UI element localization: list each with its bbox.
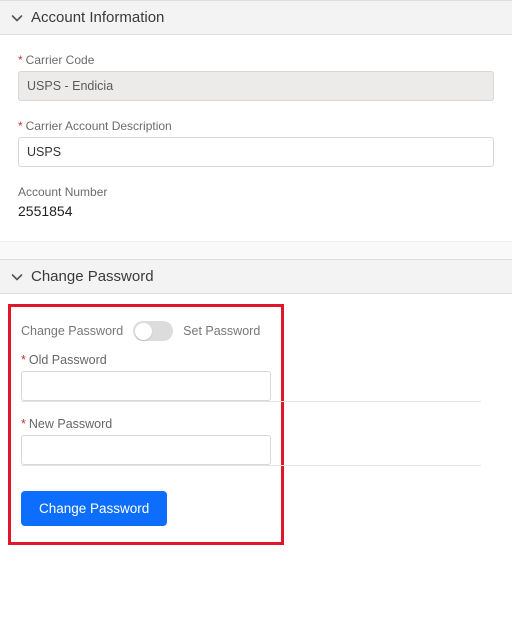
label-old-password: *Old Password xyxy=(21,353,271,367)
field-account-number: Account Number 2551854 xyxy=(18,185,494,219)
field-carrier-code: *Carrier Code xyxy=(18,53,494,101)
toggle-right-label: Set Password xyxy=(183,324,260,338)
required-asterisk: * xyxy=(21,353,26,367)
value-account-number: 2551854 xyxy=(18,203,494,219)
label-text-carrier-code: Carrier Code xyxy=(26,53,95,67)
field-old-password: *Old Password xyxy=(21,353,271,401)
label-text-carrier-desc: Carrier Account Description xyxy=(26,119,172,133)
label-text-old-password: Old Password xyxy=(29,353,107,367)
section-divider xyxy=(0,241,512,259)
label-carrier-desc: *Carrier Account Description xyxy=(18,119,494,133)
toggle-left-label: Change Password xyxy=(21,324,123,338)
toggle-knob xyxy=(135,323,152,340)
input-carrier-desc[interactable] xyxy=(18,137,494,167)
input-old-password[interactable] xyxy=(21,371,271,401)
label-new-password: *New Password xyxy=(21,417,271,431)
section-header-change-password[interactable]: Change Password xyxy=(0,259,512,294)
section-title-change-password: Change Password xyxy=(31,268,154,285)
label-carrier-code: *Carrier Code xyxy=(18,53,494,67)
account-section-body: *Carrier Code *Carrier Account Descripti… xyxy=(0,35,512,241)
label-text-new-password: New Password xyxy=(29,417,112,431)
required-asterisk: * xyxy=(18,53,23,67)
required-asterisk: * xyxy=(18,119,23,133)
password-mode-toggle[interactable] xyxy=(133,321,173,341)
chevron-down-icon xyxy=(10,11,23,24)
input-carrier-code xyxy=(18,71,494,101)
field-carrier-desc: *Carrier Account Description xyxy=(18,119,494,167)
field-new-password: *New Password xyxy=(21,417,271,465)
change-password-button[interactable]: Change Password xyxy=(21,491,167,526)
password-mode-toggle-row: Change Password Set Password xyxy=(21,321,271,341)
chevron-down-icon xyxy=(10,270,23,283)
section-header-account[interactable]: Account Information xyxy=(0,0,512,35)
label-account-number: Account Number xyxy=(18,185,494,199)
change-password-highlight: Change Password Set Password *Old Passwo… xyxy=(8,304,284,545)
section-title-account: Account Information xyxy=(31,9,164,26)
input-new-password[interactable] xyxy=(21,435,271,465)
required-asterisk: * xyxy=(21,417,26,431)
